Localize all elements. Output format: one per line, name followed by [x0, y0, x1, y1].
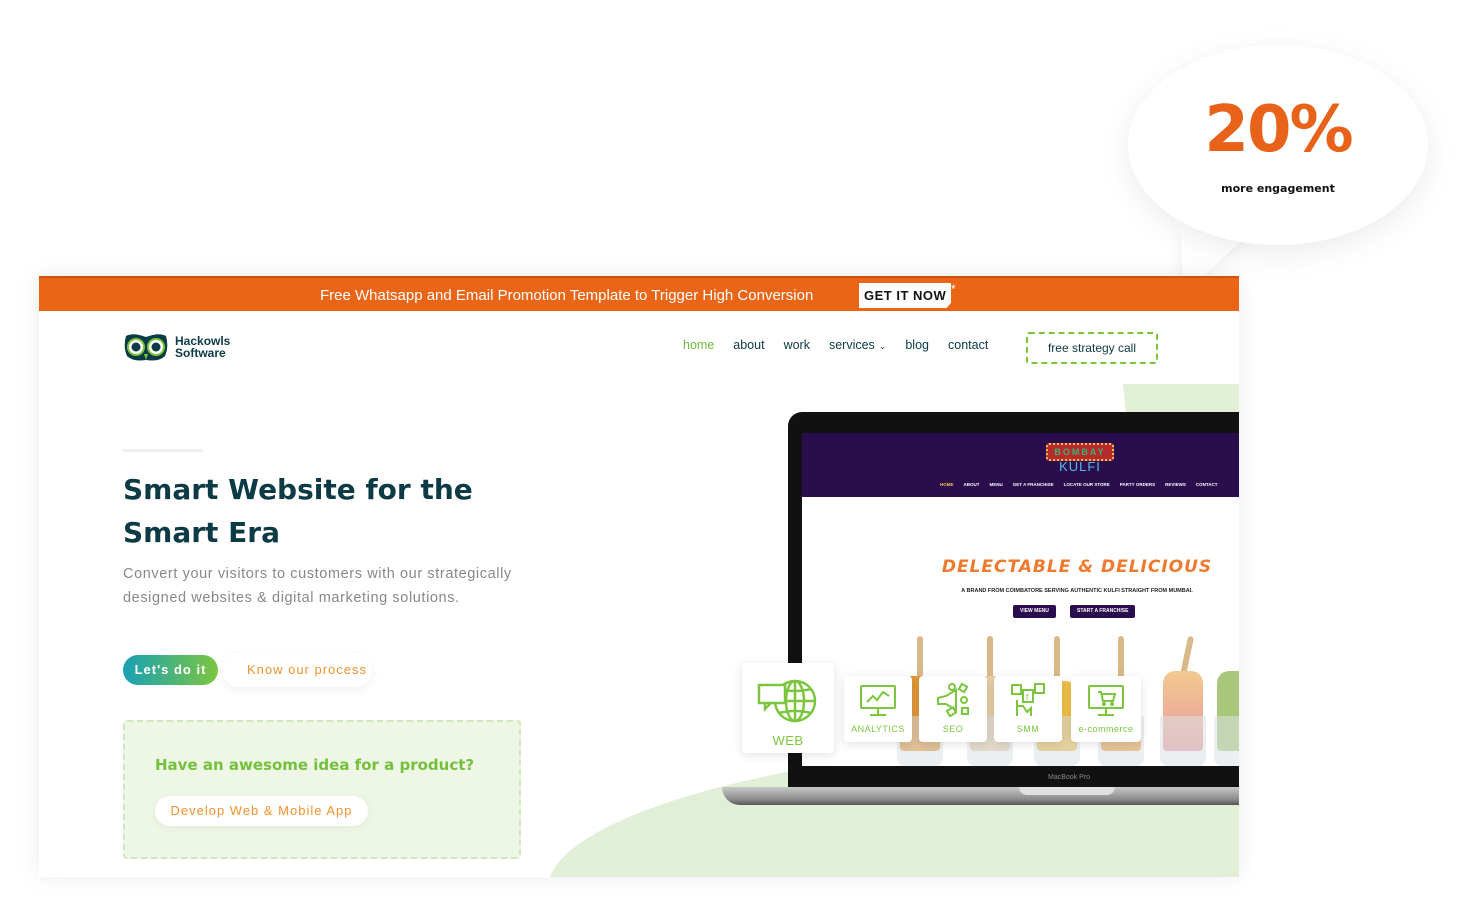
kulfi-subtext: A BRAND FROM COIMBATORE SERVING AUTHENTI… — [961, 588, 1193, 594]
service-card-web[interactable]: WEB — [742, 663, 834, 753]
service-card-seo[interactable]: SEO — [919, 676, 987, 742]
develop-app-button[interactable]: Develop Web & Mobile App — [155, 796, 368, 826]
svg-text:f: f — [1026, 693, 1029, 702]
service-card-ecommerce[interactable]: e-commerce — [1071, 676, 1141, 742]
know-our-process-button[interactable]: Know our process — [222, 653, 372, 687]
nav-home[interactable]: home — [683, 338, 714, 352]
megaphone-icon — [937, 682, 969, 718]
nav-about[interactable]: about — [733, 338, 764, 352]
hero-subtext: Convert your visitors to customers with … — [123, 566, 512, 606]
promo-bar: Free Whatsapp and Email Promotion Templa… — [39, 276, 1239, 311]
kulfi-nav-item: MENU — [989, 482, 1003, 487]
idea-title: Have an awesome idea for a product? — [155, 756, 475, 774]
popsicle-image — [1160, 635, 1206, 766]
service-label: SEO — [942, 724, 964, 734]
kulfi-nav-item: ABOUT — [963, 482, 980, 487]
kulfi-nav: HOME ABOUT MENU GET A FRANCHISE LOCATE O… — [940, 482, 1228, 487]
kulfi-nav-item: PARTY ORDERS — [1119, 482, 1156, 487]
engagement-stat: 20% — [1204, 93, 1353, 167]
kulfi-nav-item: REVIEWS — [1165, 482, 1186, 487]
analytics-monitor-icon — [860, 685, 896, 716]
kulfi-nav-item: HOME — [940, 482, 954, 487]
promo-asterisk: * — [951, 282, 956, 296]
main-nav: home about work services ⌄ blog contact — [683, 338, 1007, 352]
social-media-icon: f — [1011, 683, 1045, 716]
kulfi-header: BOMBAY KULFI HOME ABOUT MENU GET A FRANC… — [802, 433, 1239, 497]
kulfi-nav-item: CONTACT — [1195, 482, 1218, 487]
laptop-base — [722, 787, 1239, 805]
idea-box: Have an awesome idea for a product? Deve… — [123, 720, 521, 859]
kulfi-view-menu-button: VIEW MENU — [1013, 605, 1056, 618]
kulfi-logo-text: KULFI — [1059, 459, 1101, 474]
globe-chat-icon — [757, 679, 817, 723]
popsicle-image — [1214, 636, 1239, 766]
get-it-now-button[interactable]: GET IT NOW — [859, 283, 952, 308]
service-card-smm[interactable]: f SMM — [994, 676, 1062, 742]
service-card-analytics[interactable]: ANALYTICS — [844, 676, 912, 742]
free-strategy-call-button[interactable]: free strategy call — [1026, 332, 1158, 364]
nav-work[interactable]: work — [784, 338, 810, 352]
website-screenshot: Free Whatsapp and Email Promotion Templa… — [39, 276, 1239, 877]
kulfi-headline: DELECTABLE & DELICIOUS — [941, 557, 1213, 577]
shopping-cart-monitor-icon — [1088, 685, 1124, 716]
hero-headline: Smart Website for the Smart Era — [123, 473, 473, 549]
laptop-notch — [1019, 787, 1115, 795]
promo-text: Free Whatsapp and Email Promotion Templa… — [320, 287, 814, 304]
lets-do-it-button[interactable]: Let's do it — [123, 655, 218, 685]
kulfi-franchise-button: START A FRANCHISE — [1070, 605, 1136, 618]
kulfi-nav-item: GET A FRANCHISE — [1012, 482, 1054, 487]
service-label: ANALYTICS — [851, 724, 905, 734]
owl-logo-icon — [124, 334, 168, 361]
service-label: WEB — [772, 733, 804, 748]
macbook-label: MacBook Pro — [1047, 774, 1091, 781]
service-label: SMM — [1016, 724, 1040, 734]
nav-services[interactable]: services ⌄ — [829, 338, 886, 352]
service-label: e-commerce — [1078, 724, 1134, 734]
logo[interactable]: Hackowls Software — [123, 332, 230, 362]
logo-text: Hackowls Software — [175, 334, 231, 360]
hero-divider — [123, 449, 203, 452]
chevron-down-icon: ⌄ — [878, 341, 887, 351]
nav-contact[interactable]: contact — [948, 338, 988, 352]
kulfi-nav-item: LOCATE OUR STORE — [1063, 482, 1110, 487]
engagement-caption: more engagement — [1221, 182, 1335, 195]
nav-blog[interactable]: blog — [905, 338, 929, 352]
